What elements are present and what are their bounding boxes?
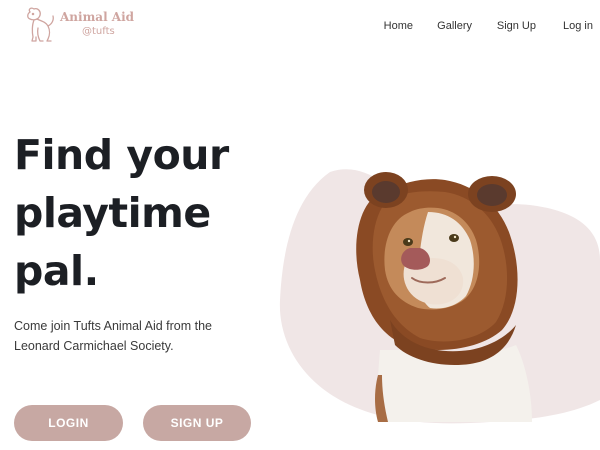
nav-gallery-link[interactable]: Gallery [437, 20, 472, 32]
dog-nose [401, 248, 431, 270]
headline-line-1: Find your [14, 131, 229, 179]
nav-signup-link[interactable]: Sign Up [497, 20, 536, 32]
hero-headline: Find your playtime pal. [14, 126, 254, 300]
headline-line-3: pal. [14, 247, 99, 295]
dog-in-bear-costume-image [279, 169, 600, 424]
signup-button[interactable]: SIGN UP [143, 405, 251, 441]
dog-right-eye [449, 234, 459, 242]
nav-login-link[interactable]: Log in [563, 20, 593, 32]
dog-left-eye [403, 238, 413, 246]
login-button[interactable]: LOGIN [14, 405, 123, 441]
top-nav: Home Gallery Sign Up Log in [0, 20, 600, 38]
nav-home-link[interactable]: Home [384, 20, 413, 32]
hero-description: Come join Tufts Animal Aid from the Leon… [14, 319, 213, 353]
headline-line-2: playtime [14, 189, 211, 237]
hero-image [270, 150, 600, 430]
